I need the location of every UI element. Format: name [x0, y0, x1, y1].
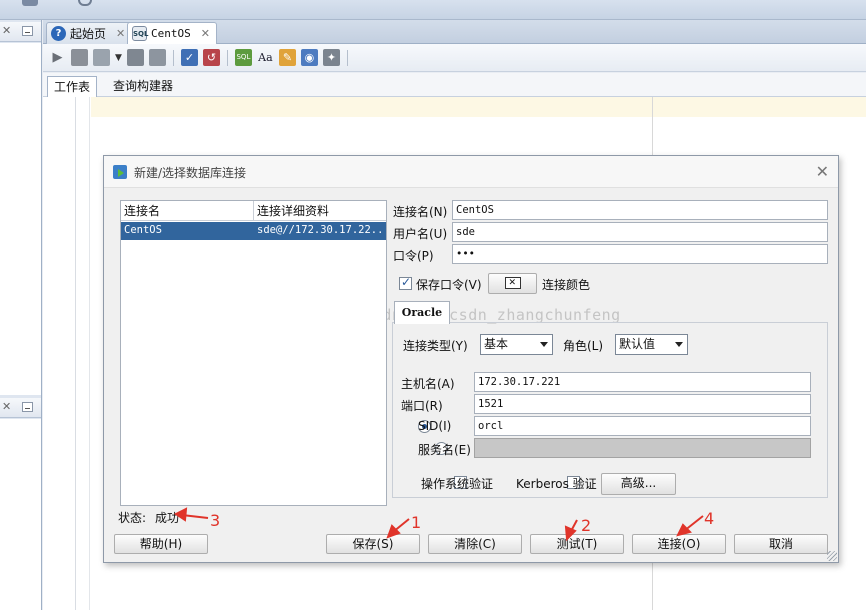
- annotation-number-1: 1: [411, 513, 422, 532]
- annotation-arrow-4: [676, 515, 704, 537]
- annotation-overlay: [174, 507, 704, 542]
- annotation-arrow-3: [174, 507, 209, 522]
- annotation-number-2: 2: [581, 516, 592, 535]
- annotation-arrow-2: [564, 519, 578, 542]
- annotation-number-4: 4: [704, 509, 715, 528]
- annotation-arrow-1: [386, 518, 410, 539]
- annotation-number-3: 3: [210, 511, 221, 530]
